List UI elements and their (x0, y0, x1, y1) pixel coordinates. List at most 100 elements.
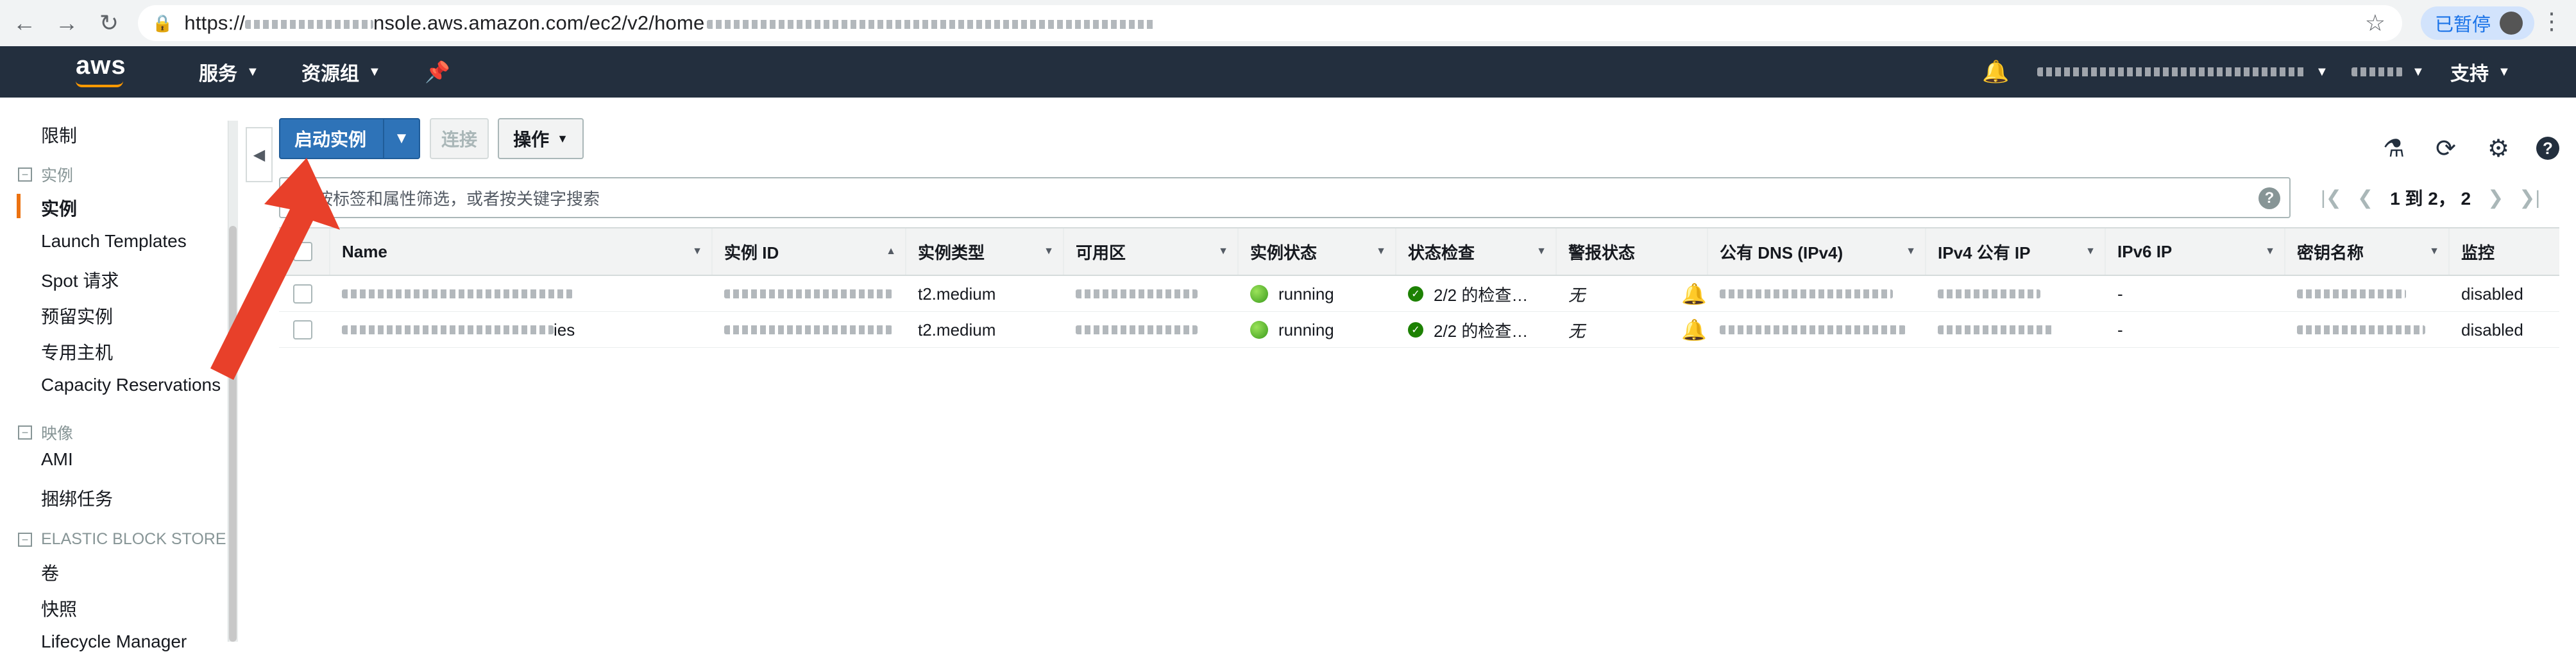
forward-icon[interactable]: → (49, 5, 85, 41)
search-placeholder: 按标签和属性筛选，或者按关键字搜索 (316, 189, 600, 209)
col-key-name[interactable]: 密钥名称 ▼ (2285, 228, 2450, 275)
col-instance-state[interactable]: 实例状态 ▼ (1239, 228, 1396, 275)
browser-menu-icon[interactable]: ⋮ (2540, 8, 2563, 35)
cell-status-checks: ✓ 2/2 的检查… (1396, 276, 1557, 312)
sidebar-section-images[interactable]: − 映像 (18, 421, 73, 444)
aws-header: aws 服务 ▼ 资源组 ▼ 📌 🔔 ▼ ▼ 支持 ▼ (0, 46, 2576, 98)
filter-search-input[interactable]: ⚲ 按标签和属性筛选，或者按关键字搜索 ? (279, 177, 2291, 218)
sidebar-item-spot-requests[interactable]: Spot 请求 (41, 267, 119, 293)
support-menu[interactable]: 支持 ▼ (2450, 46, 2511, 98)
resource-groups-menu[interactable]: 资源组 ▼ (301, 46, 381, 98)
col-label: 实例状态 (1250, 243, 1318, 262)
cell-alarm-status: 无 🔔 (1557, 276, 1708, 312)
prev-page-icon[interactable]: ❮ (2357, 187, 2373, 209)
col-label: Name (342, 241, 387, 261)
table-row[interactable]: t2.medium running ✓ 2/2 的检查… 无 🔔 - disable… (279, 276, 2559, 312)
sort-asc-icon: ▲ (886, 246, 896, 257)
sidebar-item-reserved-instances[interactable]: 预留实例 (41, 303, 113, 329)
select-all-checkbox[interactable] (293, 242, 312, 261)
col-instance-id[interactable]: 实例 ID ▲ (713, 228, 906, 275)
check-icon: ✓ (1408, 286, 1423, 302)
caret-left-icon: ◀ (253, 146, 266, 164)
pin-icon[interactable]: 📌 (425, 46, 450, 98)
sidebar-item-instances[interactable]: 实例 (41, 195, 77, 221)
cell-key-name (2285, 312, 2450, 348)
col-name[interactable]: Name ▼ (330, 228, 713, 275)
col-label: IPv6 IP (2117, 241, 2173, 261)
help-icon[interactable]: ? (2258, 187, 2280, 209)
back-icon[interactable]: ← (6, 5, 42, 41)
sidebar-item-limits[interactable]: 限制 (41, 122, 77, 148)
col-public-dns[interactable]: 公有 DNS (IPv4) ▼ (1708, 228, 1926, 275)
help-icon[interactable]: ? (2534, 132, 2562, 164)
cell-status-checks: ✓ 2/2 的检查… (1396, 312, 1557, 348)
alarm-text: 无 (1568, 321, 1586, 341)
resource-groups-label: 资源组 (301, 64, 359, 85)
col-label: 可用区 (1076, 243, 1126, 262)
collapse-sidebar-button[interactable]: ◀ (246, 127, 273, 182)
last-page-icon[interactable]: ❯| (2519, 187, 2540, 209)
alarm-bell-icon[interactable]: 🔔 (1681, 318, 1707, 342)
col-alarm-status[interactable]: 警报状态 (1557, 228, 1708, 275)
actions-button[interactable]: 操作 ▼ (498, 118, 584, 159)
col-ipv6-ip[interactable]: IPv6 IP ▼ (2106, 228, 2285, 275)
sidebar-item-dedicated-hosts[interactable]: 专用主机 (41, 339, 113, 365)
cell-alarm-status: 无 🔔 (1557, 312, 1708, 348)
bell-icon[interactable]: 🔔 (1982, 46, 2009, 98)
sidebar-section-ebs[interactable]: − ELASTIC BLOCK STORE (18, 530, 226, 549)
launch-dropdown-toggle[interactable]: ▼ (383, 119, 419, 158)
sidebar-item-capacity-reservations[interactable]: Capacity Reservations (41, 375, 221, 395)
account-menu[interactable]: ▼ (2037, 46, 2328, 98)
alarm-bell-icon[interactable]: 🔔 (1681, 282, 1707, 306)
section-label: 实例 (41, 167, 74, 185)
services-menu[interactable]: 服务 ▼ (199, 46, 259, 98)
instances-table: Name ▼ 实例 ID ▲ 实例类型 ▼ 可用区 ▼ 实例状态 ▼ 状态检查 ▼ 警报状态… (279, 227, 2559, 348)
sidebar-item-snapshots[interactable]: 快照 (41, 596, 77, 621)
sidebar-item-volumes[interactable]: 卷 (41, 560, 59, 585)
gear-icon[interactable]: ⚙ (2482, 132, 2514, 164)
chevron-down-icon: ▼ (2412, 64, 2425, 79)
url-visible: nsole.aws.amazon.com/ec2/v2/home (373, 12, 705, 34)
profile-paused-chip[interactable]: 已暂停 (2421, 6, 2535, 40)
col-availability-zone[interactable]: 可用区 ▼ (1064, 228, 1239, 275)
lock-icon: 🔒 (152, 13, 173, 33)
col-instance-type[interactable]: 实例类型 ▼ (906, 228, 1064, 275)
sidebar-scrollbar-thumb[interactable] (229, 226, 237, 642)
row-checkbox[interactable] (293, 284, 312, 304)
next-page-icon[interactable]: ❯ (2487, 187, 2504, 209)
redacted-instance-id (724, 325, 892, 334)
col-status-checks[interactable]: 状态检查 ▼ (1396, 228, 1557, 275)
chevron-down-icon: ▼ (394, 130, 409, 147)
col-label: 实例类型 (918, 243, 985, 262)
running-status-icon (1250, 285, 1268, 303)
sidebar-item-ami[interactable]: AMI (41, 449, 73, 470)
reload-icon[interactable]: ↻ (91, 5, 127, 41)
aws-logo[interactable]: aws (76, 51, 126, 80)
redacted-region (2351, 67, 2403, 76)
cell-instance-type: t2.medium (918, 320, 996, 339)
launch-instance-button[interactable]: 启动实例 ▼ (279, 118, 420, 159)
sort-icon: ▼ (1536, 246, 1546, 257)
connect-button[interactable]: 连接 (430, 118, 489, 159)
region-menu[interactable]: ▼ (2351, 46, 2425, 98)
sidebar-item-bundle-tasks[interactable]: 捆绑任务 (41, 485, 113, 511)
sort-icon: ▼ (1218, 246, 1228, 257)
sidebar-section-instances[interactable]: − 实例 (18, 163, 73, 186)
sort-icon: ▼ (1376, 246, 1386, 257)
table-row[interactable]: ies t2.medium running ✓ 2/2 的检查… 无 🔔 - dis… (279, 312, 2559, 348)
col-monitoring[interactable]: 监控 (2450, 228, 2559, 275)
address-bar[interactable]: 🔒 https:// nsole.aws.amazon.com/ec2/v2/ho… (138, 5, 2402, 41)
bookmark-star-icon[interactable]: ☆ (2365, 5, 2385, 41)
row-checkbox-cell (279, 312, 330, 348)
sidebar: 限制 − 实例 实例 Launch Templates Spot 请求 预留实例 … (0, 98, 241, 651)
sidebar-item-launch-templates[interactable]: Launch Templates (41, 231, 187, 252)
table-header: Name ▼ 实例 ID ▲ 实例类型 ▼ 可用区 ▼ 实例状态 ▼ 状态检查 ▼ 警报状态… (279, 227, 2559, 276)
col-label: 监控 (2461, 243, 2495, 262)
refresh-icon[interactable]: ⟳ (2430, 132, 2462, 164)
sidebar-item-lifecycle-manager[interactable]: Lifecycle Manager (41, 631, 187, 652)
first-page-icon[interactable]: |❮ (2321, 187, 2342, 209)
flask-icon[interactable]: ⚗ (2380, 132, 2408, 164)
row-checkbox[interactable] (293, 320, 312, 339)
col-ipv4-public-ip[interactable]: IPv4 公有 IP ▼ (1926, 228, 2106, 275)
cell-ipv4-public-ip (1926, 276, 2106, 312)
